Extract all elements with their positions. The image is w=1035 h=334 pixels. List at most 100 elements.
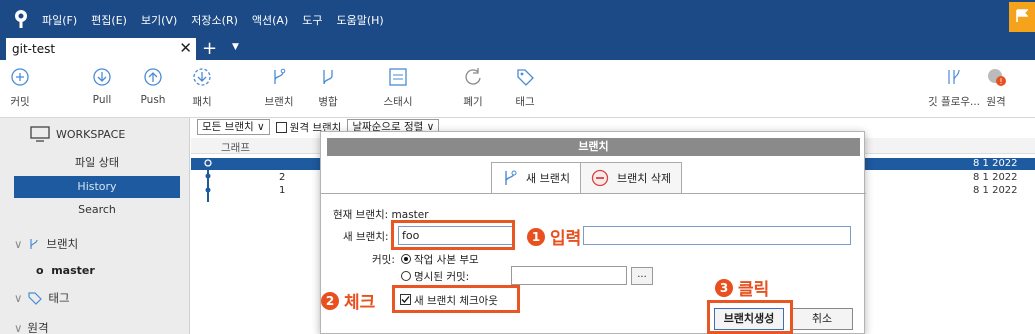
menu-actions[interactable]: 액션(A)	[252, 12, 288, 28]
tab-new-branch-label: 새 브랜치	[526, 172, 570, 185]
commit-date: 8 1 2022	[973, 172, 1018, 183]
discard-icon	[465, 68, 481, 85]
merge-button[interactable]: 병합	[298, 66, 358, 109]
new-branch-label: 새 브랜치:	[343, 231, 389, 243]
step-2-number: 2	[321, 291, 339, 310]
annotation-step-1: 1 입력	[527, 224, 581, 249]
workspace-header: WORKSPACE	[30, 126, 125, 142]
menu-repository[interactable]: 저장소(R)	[191, 12, 238, 28]
step-2-text: 체크	[344, 293, 376, 313]
branch-master[interactable]: o master	[36, 264, 95, 277]
menu-view[interactable]: 보기(V)	[141, 12, 177, 28]
tag-button[interactable]: 태그	[495, 66, 555, 109]
annotation-step-2: 2 체크	[321, 288, 375, 313]
repo-tab[interactable]: git-test ✕	[6, 38, 196, 60]
chevron-down-icon: ∨	[14, 237, 23, 251]
git-flow-icon	[948, 69, 960, 84]
branch-filter-select[interactable]: 모든 브랜치 ∨	[197, 119, 270, 135]
radio-selected-icon	[401, 254, 411, 264]
stash-icon	[389, 68, 407, 86]
commit-label: 커밋	[10, 96, 30, 108]
sidebar-section-tags[interactable]: ∨ 태그	[14, 290, 70, 306]
step-3-number: 3	[715, 278, 733, 297]
add-tab-button[interactable]: +	[202, 38, 217, 59]
discard-button[interactable]: 폐기	[443, 66, 503, 109]
master-label: master	[51, 264, 95, 277]
branch-icon	[505, 170, 517, 185]
toolbar: 커밋 Pull Push 패치 브랜치 병합 스태시 폐기 태그 깃 플로우..…	[0, 60, 1035, 118]
flag-button[interactable]	[1009, 2, 1035, 32]
workspace-label: WORKSPACE	[56, 127, 126, 141]
tags-label: 태그	[48, 291, 70, 305]
fetch-label: 패치	[192, 96, 212, 108]
pull-icon	[93, 68, 111, 86]
stash-button[interactable]: 스태시	[368, 66, 428, 109]
tag-icon	[28, 292, 43, 305]
menu-tools[interactable]: 도구	[302, 12, 322, 28]
specific-commit-input[interactable]	[511, 266, 627, 285]
commit-button[interactable]: 커밋	[0, 66, 50, 109]
stash-label: 스태시	[383, 96, 413, 108]
branch-icon	[30, 239, 39, 249]
merge-label: 병합	[318, 96, 338, 108]
fetch-icon	[193, 68, 211, 86]
radio-specific-commit[interactable]: 명시된 커밋:	[401, 269, 469, 284]
sourcetree-logo-icon	[15, 10, 27, 28]
repo-tab-label: git-test	[12, 42, 56, 56]
commit-label: 커밋:	[372, 254, 395, 266]
cancel-button[interactable]: 취소	[791, 308, 853, 330]
radio-working-copy-label: 작업 사본 부모	[414, 254, 479, 266]
commit-index: 1	[279, 185, 286, 196]
new-branch-input-extension[interactable]	[583, 226, 851, 245]
radio-unselected-icon	[401, 271, 411, 281]
fetch-button[interactable]: 패치	[172, 66, 232, 109]
menu-help[interactable]: 도움말(H)	[337, 12, 384, 28]
commit-date: 8 1 2022	[973, 158, 1018, 169]
radio-working-copy-parent[interactable]: 작업 사본 부모	[401, 252, 479, 267]
tab-new-branch[interactable]: 새 브랜치	[491, 162, 581, 194]
discard-label: 폐기	[463, 96, 483, 108]
tab-delete-branch-label: 브랜치 삭제	[616, 172, 672, 185]
chevron-down-icon: ∨	[14, 291, 23, 305]
title-bar: 파일(F) 편집(E) 보기(V) 저장소(R) 액션(A) 도구 도움말(H)	[0, 0, 1035, 38]
branches-label: 브랜치	[46, 237, 79, 251]
tab-delete-branch[interactable]: 브랜치 삭제	[580, 162, 683, 194]
dialog-tabs: 새 브랜치 브랜치 삭제	[491, 162, 683, 194]
graph-header-label: 그래프	[221, 142, 250, 154]
chevron-down-icon[interactable]: ▼	[232, 42, 239, 52]
highlight-checkout-checkbox	[392, 285, 520, 313]
radio-specific-label: 명시된 커밋:	[414, 271, 470, 283]
sidebar-section-branches[interactable]: ∨ 브랜치	[14, 236, 78, 252]
merge-icon	[323, 70, 333, 85]
current-branch-label: 현재 브랜치:	[333, 209, 389, 221]
menu-file[interactable]: 파일(F)	[42, 12, 77, 28]
remote-label: 원격	[986, 96, 1006, 108]
commit-date: 8 1 2022	[973, 185, 1018, 196]
step-1-text: 입력	[550, 229, 582, 249]
push-icon	[144, 68, 162, 86]
remote-icon: !	[988, 69, 1006, 86]
commit-icon	[11, 68, 29, 86]
highlight-new-branch-input	[391, 220, 515, 250]
sidebar-item-history[interactable]: History	[14, 176, 180, 198]
branch-filter-value: 모든 브랜치	[202, 121, 254, 133]
browse-commit-button[interactable]: ...	[631, 267, 653, 285]
minus-circle-icon	[591, 169, 609, 187]
step-1-number: 1	[527, 227, 545, 246]
remote-button[interactable]: ! 원격	[966, 66, 1026, 109]
sidebar-section-remote[interactable]: ∨ 원격	[14, 320, 49, 334]
highlight-create-branch-button	[707, 300, 793, 334]
close-icon[interactable]: ✕	[179, 39, 192, 57]
sidebar-item-file-status[interactable]: 파일 상태	[14, 152, 180, 174]
dialog-title: 브랜치	[327, 138, 860, 156]
chevron-down-icon: ∨	[14, 321, 23, 334]
tag-icon	[517, 69, 534, 86]
sidebar-item-search[interactable]: Search	[14, 199, 180, 221]
annotation-step-3: 3 클릭	[715, 275, 769, 300]
checkbox-checked-icon	[275, 121, 287, 133]
svg-text:!: !	[999, 77, 1002, 86]
step-3-text: 클릭	[738, 280, 770, 300]
sidebar: WORKSPACE 파일 상태 History Search ∨ 브랜치 o m…	[0, 118, 190, 334]
menu-edit[interactable]: 편집(E)	[91, 12, 127, 28]
commit-graph-icon	[204, 159, 212, 202]
